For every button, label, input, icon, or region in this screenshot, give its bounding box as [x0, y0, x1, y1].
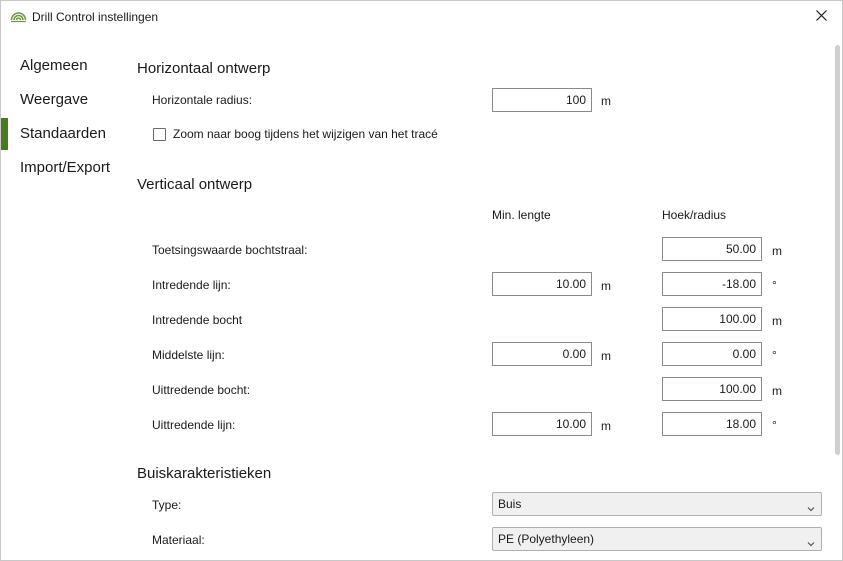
settings-window: Drill Control instellingen Algemeen Weer…: [0, 0, 843, 561]
chevron-down-icon: [806, 534, 816, 547]
pipe-material-value: PE (Polyethyleen): [498, 532, 595, 546]
vertical-scrollbar[interactable]: [833, 33, 842, 561]
middle-line-angle-unit: °: [772, 348, 777, 362]
entry-bend-radius-unit: m: [772, 314, 782, 328]
nav-item-weergave[interactable]: Weergave: [1, 83, 126, 117]
test-bend-radius-input[interactable]: [662, 237, 762, 261]
exit-bend-radius-unit: m: [772, 384, 782, 398]
entry-line-label: Intredende lijn:: [152, 278, 231, 292]
exit-line-min-length-input[interactable]: [492, 412, 592, 436]
test-bend-radius-label: Toetsingswaarde bochtstraal:: [152, 243, 308, 257]
close-button[interactable]: [806, 4, 836, 30]
exit-line-min-length-unit: m: [601, 419, 611, 433]
pipe-type-select[interactable]: Buis: [492, 492, 822, 516]
horizontal-radius-input[interactable]: [492, 88, 592, 112]
section-title-horizontal: Horizontaal ontwerp: [137, 60, 271, 77]
nav-item-label: Standaarden: [20, 125, 106, 142]
middle-line-min-length-unit: m: [601, 349, 611, 363]
pipe-material-select[interactable]: PE (Polyethyleen): [492, 527, 822, 551]
chevron-down-icon: [806, 499, 816, 512]
exit-bend-label: Uittredende bocht:: [152, 383, 251, 397]
horizontal-radius-label: Horizontale radius:: [152, 93, 253, 107]
nav-item-label: Import/Export: [20, 159, 111, 176]
nav-item-standaarden[interactable]: Standaarden: [1, 117, 126, 151]
nav-item-label: Algemeen: [20, 57, 88, 74]
exit-line-angle-unit: °: [772, 418, 777, 432]
column-header-min-length: Min. lengte: [492, 208, 551, 222]
zoom-to-arc-checkbox[interactable]: [153, 128, 166, 141]
exit-line-angle-input[interactable]: [662, 412, 762, 436]
nav-item-algemeen[interactable]: Algemeen: [1, 49, 126, 83]
title-bar: Drill Control instellingen: [1, 1, 842, 33]
column-header-angle-radius: Hoek/radius: [662, 208, 727, 222]
nav-item-import-export[interactable]: Import/Export: [1, 151, 126, 185]
zoom-to-arc-label: Zoom naar boog tijdens het wijzigen van …: [173, 127, 438, 141]
scrollbar-thumb[interactable]: [835, 45, 840, 455]
entry-line-min-length-unit: m: [601, 279, 611, 293]
entry-bend-label: Intredende bocht: [152, 313, 243, 327]
horizontal-radius-unit: m: [601, 94, 611, 108]
drill-control-logo-icon: [10, 8, 27, 25]
entry-line-min-length-input[interactable]: [492, 272, 592, 296]
section-title-vertical: Verticaal ontwerp: [137, 176, 253, 193]
window-title: Drill Control instellingen: [32, 10, 159, 24]
entry-bend-radius-input[interactable]: [662, 307, 762, 331]
pipe-type-label: Type:: [152, 498, 182, 512]
entry-line-angle-unit: °: [772, 278, 777, 292]
test-bend-radius-unit: m: [772, 244, 782, 258]
close-icon: [815, 8, 827, 26]
middle-line-min-length-input[interactable]: [492, 342, 592, 366]
section-title-pipe: Buiskarakteristieken: [137, 465, 272, 482]
pipe-material-label: Materiaal:: [152, 533, 205, 547]
entry-line-angle-input[interactable]: [662, 272, 762, 296]
middle-line-label: Middelste lijn:: [152, 348, 225, 362]
settings-nav: Algemeen Weergave Standaarden Import/Exp…: [1, 49, 126, 185]
pipe-type-value: Buis: [498, 497, 522, 511]
nav-item-label: Weergave: [20, 91, 89, 108]
exit-line-label: Uittredende lijn:: [152, 418, 236, 432]
middle-line-angle-input[interactable]: [662, 342, 762, 366]
exit-bend-radius-input[interactable]: [662, 377, 762, 401]
